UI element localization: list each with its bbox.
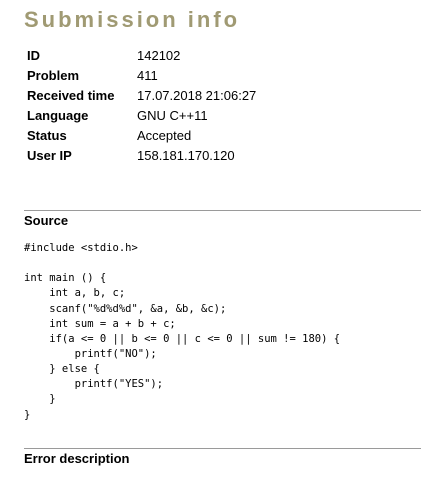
code-line: printf("NO"); [24, 347, 157, 360]
code-line: } [24, 408, 31, 421]
info-row-id: ID 142102 [24, 46, 260, 66]
info-value-user-ip: 158.181.170.120 [137, 148, 235, 163]
info-value-problem: 411 [137, 68, 158, 83]
source-divider [24, 210, 421, 211]
info-key-id: ID [27, 48, 40, 63]
submission-info-table: ID 142102 Problem 411 Received time 17.0… [24, 46, 260, 166]
info-key-language: Language [27, 108, 89, 123]
error-divider [24, 448, 421, 449]
info-value-id: 142102 [137, 48, 181, 63]
info-key-user-ip: User IP [27, 148, 72, 163]
info-key-received-time: Received time [27, 88, 115, 103]
code-line: scanf("%d%d%d", &a, &b, &c); [24, 302, 227, 315]
info-value-status: Accepted [137, 128, 192, 143]
error-description-heading: Error description [24, 451, 130, 466]
info-key-status: Status [27, 128, 67, 143]
code-line: int main () { [24, 272, 107, 285]
info-row-user-ip: User IP 158.181.170.120 [24, 146, 260, 166]
code-line: int a, b, c; [24, 287, 126, 300]
source-heading: Source [24, 213, 69, 228]
info-key-problem: Problem [27, 68, 80, 83]
code-line: #include <stdio.h> [24, 242, 138, 254]
code-line: if(a <= 0 || b <= 0 || c <= 0 || sum != … [24, 332, 341, 345]
info-row-status: Status Accepted [24, 126, 260, 146]
source-code-block[interactable]: #include <stdio.h> int main () { int a, b… [24, 241, 340, 423]
info-value-language: GNU C++11 [137, 108, 208, 123]
page-title: Submission info [24, 7, 241, 32]
info-row-received-time: Received time 17.07.2018 21:06:27 [24, 86, 260, 106]
info-row-language: Language GNU C++11 [24, 106, 260, 126]
info-value-received-time: 17.07.2018 21:06:27 [137, 88, 257, 103]
code-line: int sum = a + b + c; [24, 317, 176, 330]
code-line: printf("YES"); [24, 378, 164, 391]
info-row-problem: Problem 411 [24, 66, 260, 86]
code-line: } [24, 393, 56, 406]
code-line: } else { [24, 363, 100, 376]
